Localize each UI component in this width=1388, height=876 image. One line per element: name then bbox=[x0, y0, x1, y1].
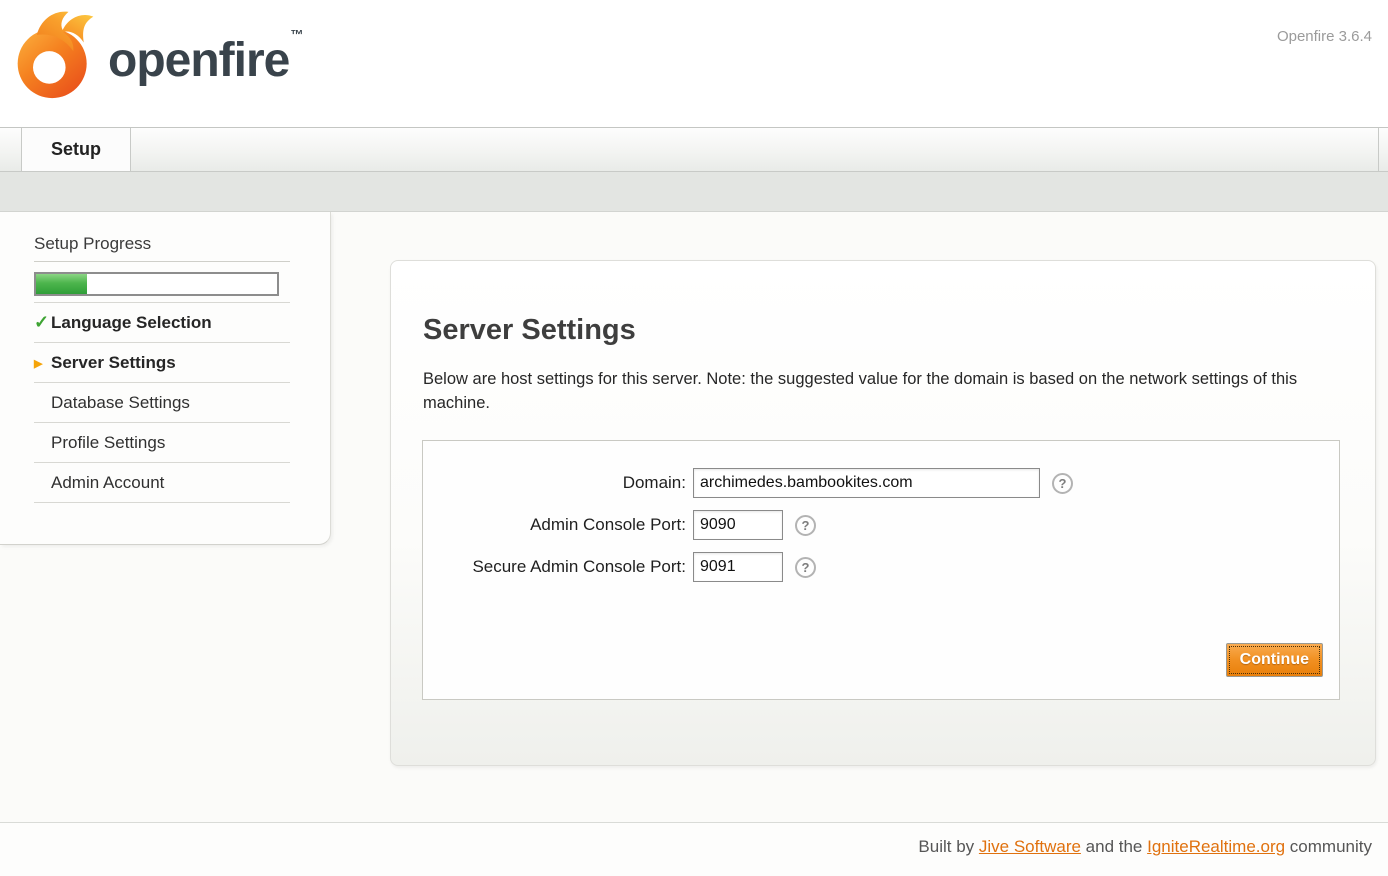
footer-text-suffix: community bbox=[1285, 837, 1372, 856]
step-label: Language Selection bbox=[51, 313, 212, 333]
trademark-symbol: ™ bbox=[290, 27, 302, 42]
current-step-arrow-icon: ▶ bbox=[34, 356, 51, 370]
help-icon[interactable]: ? bbox=[795, 557, 816, 578]
sidebar-item-profile-settings: Profile Settings bbox=[34, 423, 290, 463]
igniterealtime-link[interactable]: IgniteRealtime.org bbox=[1147, 837, 1285, 856]
page-description: Below are host settings for this server.… bbox=[423, 367, 1303, 415]
step-label: Admin Account bbox=[51, 473, 164, 493]
openfire-flame-icon bbox=[10, 4, 102, 104]
openfire-logo: openfire™ bbox=[10, 4, 301, 104]
sidebar-item-database-settings: Database Settings bbox=[34, 383, 290, 423]
tab-bar: Setup bbox=[0, 127, 1388, 172]
help-icon[interactable]: ? bbox=[795, 515, 816, 536]
sidebar-item-language-selection: ✓ Language Selection bbox=[34, 303, 290, 343]
check-icon: ✓ bbox=[34, 312, 51, 333]
sidebar-item-admin-account: Admin Account bbox=[34, 463, 290, 503]
setup-progress-fill bbox=[36, 274, 87, 294]
admin-console-port-field[interactable] bbox=[693, 510, 783, 540]
step-label: Database Settings bbox=[51, 393, 190, 413]
jive-software-link[interactable]: Jive Software bbox=[979, 837, 1081, 856]
form-row-secure-admin-console-port: Secure Admin Console Port: ? bbox=[423, 552, 1339, 582]
form-row-admin-console-port: Admin Console Port: ? bbox=[423, 510, 1339, 540]
secure-admin-console-port-field[interactable] bbox=[693, 552, 783, 582]
setup-progress-title: Setup Progress bbox=[34, 234, 290, 254]
content-area: Setup Progress ✓ Language Selection ▶ Se… bbox=[0, 212, 1388, 822]
domain-label: Domain: bbox=[423, 473, 693, 493]
app-header: openfire™ Openfire 3.6.4 bbox=[0, 0, 1388, 127]
page-title: Server Settings bbox=[423, 314, 1375, 347]
tab-setup[interactable]: Setup bbox=[21, 128, 131, 171]
server-settings-panel: Server Settings Below are host settings … bbox=[390, 260, 1376, 766]
sidebar-item-server-settings: ▶ Server Settings bbox=[34, 343, 290, 383]
subnav-band bbox=[0, 172, 1388, 212]
step-label: Server Settings bbox=[51, 353, 176, 373]
server-settings-form: Domain: ? Admin Console Port: ? Secure A… bbox=[422, 440, 1340, 700]
title-divider bbox=[34, 261, 290, 262]
admin-console-port-label: Admin Console Port: bbox=[423, 515, 693, 535]
step-label: Profile Settings bbox=[51, 433, 165, 453]
domain-field[interactable] bbox=[693, 468, 1040, 498]
setup-progress-bar bbox=[34, 272, 279, 296]
footer: Built by Jive Software and the IgniteRea… bbox=[0, 822, 1388, 876]
help-icon[interactable]: ? bbox=[1052, 473, 1073, 494]
setup-steps-list: ✓ Language Selection ▶ Server Settings D… bbox=[34, 302, 290, 503]
version-label: Openfire 3.6.4 bbox=[1277, 28, 1372, 45]
tabbar-right-divider bbox=[1378, 128, 1379, 171]
setup-progress-panel: Setup Progress ✓ Language Selection ▶ Se… bbox=[0, 212, 331, 545]
footer-text-middle: and the bbox=[1081, 837, 1147, 856]
form-row-domain: Domain: ? bbox=[423, 468, 1339, 498]
openfire-wordmark: openfire™ bbox=[108, 33, 301, 88]
continue-button[interactable]: Continue bbox=[1226, 643, 1323, 677]
secure-admin-console-port-label: Secure Admin Console Port: bbox=[423, 557, 693, 577]
footer-text-prefix: Built by bbox=[918, 837, 978, 856]
